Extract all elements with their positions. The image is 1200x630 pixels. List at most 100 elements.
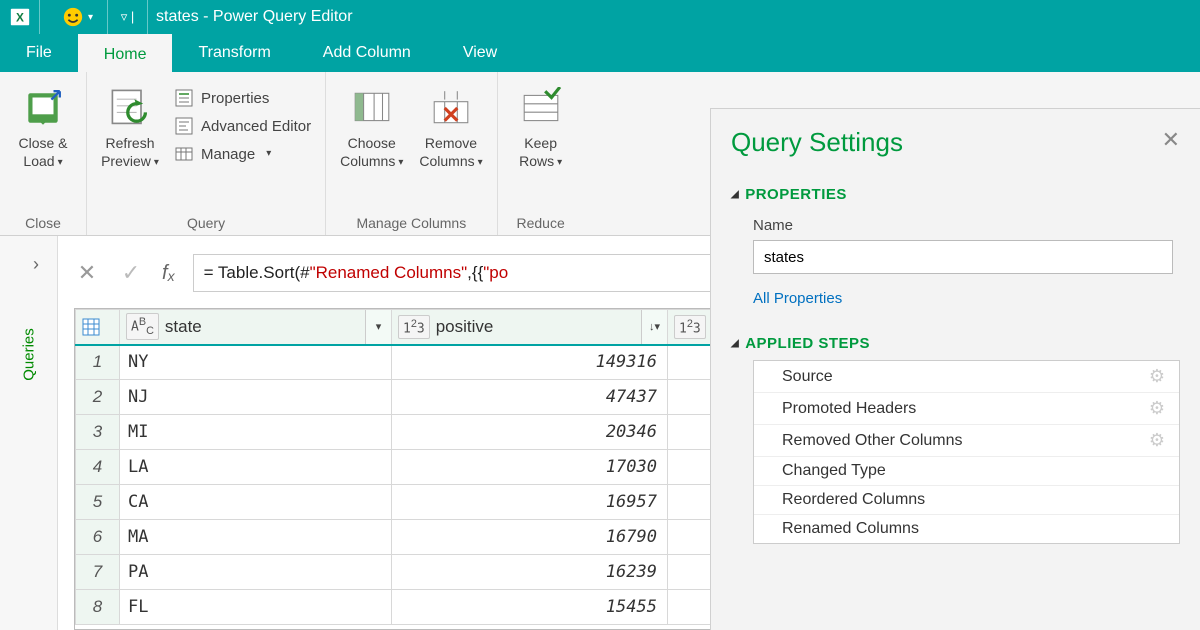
cell-state[interactable]: MA xyxy=(120,520,392,555)
query-settings-title: Query Settings xyxy=(731,127,1180,158)
cell-positive[interactable]: 17030 xyxy=(392,450,668,485)
title-bar: X ▾ ▿ | states - Power Query Editor xyxy=(0,0,1200,34)
qat-divider xyxy=(40,0,48,34)
advanced-editor-button[interactable]: Advanced Editor xyxy=(169,114,317,138)
applied-step[interactable]: Promoted Headers ⚙ xyxy=(754,393,1179,425)
manage-button[interactable]: Manage▾ xyxy=(169,142,317,166)
tab-transform[interactable]: Transform xyxy=(172,34,296,72)
ribbon-group-close: Close & Load▾ Close xyxy=(0,72,87,235)
close-load-icon xyxy=(21,86,65,130)
all-properties-link[interactable]: All Properties xyxy=(753,290,842,307)
remove-columns-button[interactable]: Remove Columns▾ xyxy=(413,80,488,170)
qat-customize[interactable]: ▿ | xyxy=(108,0,148,34)
group-label-query: Query xyxy=(95,211,317,235)
confirm-formula-icon[interactable]: ✓ xyxy=(118,260,144,286)
tab-home[interactable]: Home xyxy=(78,34,173,72)
properties-icon xyxy=(175,89,193,107)
gear-icon[interactable]: ⚙ xyxy=(1149,398,1165,419)
cell-positive[interactable]: 16957 xyxy=(392,485,668,520)
column-filter-state[interactable]: ▾ xyxy=(365,310,391,344)
close-panel-icon[interactable]: ✕ xyxy=(1162,127,1180,153)
fx-icon[interactable]: fx xyxy=(162,262,175,285)
tab-file[interactable]: File xyxy=(0,34,78,72)
keep-rows-button[interactable]: Keep Rows▾ xyxy=(506,80,576,170)
manage-icon xyxy=(175,145,193,163)
row-number: 6 xyxy=(76,520,120,555)
type-number-icon: 123 xyxy=(398,315,430,339)
row-number: 3 xyxy=(76,415,120,450)
window-title: states - Power Query Editor xyxy=(148,8,353,26)
applied-step[interactable]: Changed Type xyxy=(754,457,1179,486)
step-label: Changed Type xyxy=(782,462,886,480)
column-header-positive[interactable]: 123positive ↓▾ xyxy=(392,310,668,345)
row-number: 4 xyxy=(76,450,120,485)
row-number: 8 xyxy=(76,590,120,625)
keep-rows-icon xyxy=(519,86,563,130)
cell-positive[interactable]: 16790 xyxy=(392,520,668,555)
applied-steps-list: Source⚙Promoted Headers⚙Removed Other Co… xyxy=(753,360,1180,544)
row-number: 7 xyxy=(76,555,120,590)
applied-step[interactable]: Source ⚙ xyxy=(754,361,1179,393)
step-label: Reordered Columns xyxy=(782,491,925,509)
group-label-close: Close xyxy=(8,211,78,235)
applied-step[interactable]: Reordered Columns xyxy=(754,486,1179,515)
properties-section-header[interactable]: ◢PROPERTIES xyxy=(731,186,1180,203)
gear-icon[interactable]: ⚙ xyxy=(1149,366,1165,387)
cancel-formula-icon[interactable]: ✕ xyxy=(74,260,100,286)
cell-state[interactable]: NJ xyxy=(120,380,392,415)
step-label: Removed Other Columns xyxy=(782,432,963,450)
column-sort-positive[interactable]: ↓▾ xyxy=(641,310,667,344)
row-number: 1 xyxy=(76,345,120,380)
query-settings-panel: Query Settings ✕ ◢PROPERTIES Name All Pr… xyxy=(710,108,1200,630)
svg-text:X: X xyxy=(16,11,24,25)
properties-button[interactable]: Properties xyxy=(169,86,317,110)
tab-add-column[interactable]: Add Column xyxy=(297,34,437,72)
tab-view[interactable]: View xyxy=(437,34,523,72)
choose-columns-icon xyxy=(350,86,394,130)
dropdown-arrow-icon: ▾ xyxy=(88,12,93,23)
applied-step[interactable]: Removed Other Columns ⚙ xyxy=(754,425,1179,457)
ribbon-group-reduce: Keep Rows▾ Reduce xyxy=(498,72,584,235)
table-corner[interactable] xyxy=(76,310,120,345)
step-label: Renamed Columns xyxy=(782,520,919,538)
row-number: 2 xyxy=(76,380,120,415)
cell-state[interactable]: NY xyxy=(120,345,392,380)
step-label: Source xyxy=(782,368,833,386)
excel-app-icon: X xyxy=(0,0,40,34)
type-number-icon: 123 xyxy=(674,315,706,339)
applied-steps-header[interactable]: ◢APPLIED STEPS xyxy=(731,335,1180,352)
name-label: Name xyxy=(753,217,1180,234)
column-header-state[interactable]: ABCstate ▾ xyxy=(120,310,392,345)
cell-positive[interactable]: 47437 xyxy=(392,380,668,415)
cell-positive[interactable]: 20346 xyxy=(392,415,668,450)
cell-state[interactable]: FL xyxy=(120,590,392,625)
qat-feedback-button[interactable]: ▾ xyxy=(48,0,108,34)
gear-icon[interactable]: ⚙ xyxy=(1149,430,1165,451)
refresh-icon xyxy=(108,86,152,130)
step-label: Promoted Headers xyxy=(782,400,916,418)
queries-sidebar[interactable]: › Queries xyxy=(0,236,58,630)
cell-state[interactable]: PA xyxy=(120,555,392,590)
queries-sidebar-label: Queries xyxy=(20,328,37,381)
remove-columns-icon xyxy=(429,86,473,130)
ribbon-group-query: Refresh Preview▾ Properties Advanced Edi… xyxy=(87,72,326,235)
group-label-manage-columns: Manage Columns xyxy=(334,211,489,235)
refresh-preview-button[interactable]: Refresh Preview▾ xyxy=(95,80,165,170)
query-name-input[interactable] xyxy=(753,240,1173,274)
group-label-reduce: Reduce xyxy=(506,211,576,235)
row-number: 5 xyxy=(76,485,120,520)
close-and-load-button[interactable]: Close & Load▾ xyxy=(8,80,78,170)
cell-positive[interactable]: 15455 xyxy=(392,590,668,625)
choose-columns-button[interactable]: Choose Columns▾ xyxy=(334,80,409,170)
applied-step[interactable]: Renamed Columns xyxy=(754,515,1179,543)
ribbon-tab-strip: File Home Transform Add Column View xyxy=(0,34,1200,72)
chevron-right-icon[interactable]: › xyxy=(33,254,39,275)
cell-state[interactable]: MI xyxy=(120,415,392,450)
table-icon xyxy=(82,318,100,336)
cell-positive[interactable]: 16239 xyxy=(392,555,668,590)
cell-state[interactable]: LA xyxy=(120,450,392,485)
cell-positive[interactable]: 149316 xyxy=(392,345,668,380)
cell-state[interactable]: CA xyxy=(120,485,392,520)
ribbon-group-manage-columns: Choose Columns▾ Remove Columns▾ Manage C… xyxy=(326,72,498,235)
advanced-editor-icon xyxy=(175,117,193,135)
